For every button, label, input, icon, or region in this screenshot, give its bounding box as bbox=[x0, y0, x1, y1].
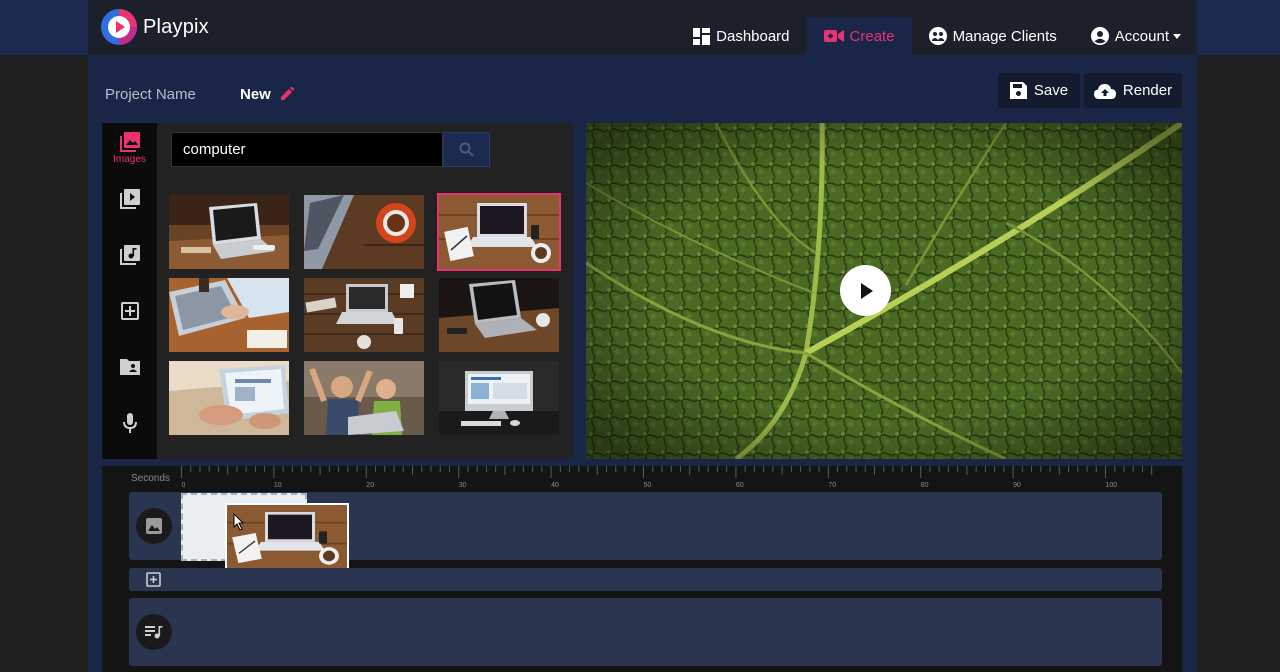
playpix-play-logo-icon bbox=[101, 9, 137, 45]
ruler-tick-label: 30 bbox=[459, 482, 467, 489]
user-circle-icon bbox=[1090, 27, 1109, 45]
music-library-icon bbox=[119, 245, 140, 265]
add-text-icon bbox=[120, 302, 139, 320]
render-button[interactable]: Render bbox=[1084, 73, 1182, 108]
keyboard-coffee-photo bbox=[304, 195, 424, 269]
ruler-tick-label: 80 bbox=[921, 482, 929, 489]
ruler-tick-label: 100 bbox=[1106, 482, 1118, 489]
search-input[interactable] bbox=[171, 132, 443, 167]
hands-typing-photo bbox=[169, 278, 289, 352]
gallery-image-laptop-keyboard-with-coffee-cup[interactable] bbox=[304, 195, 424, 269]
play-icon bbox=[860, 282, 873, 299]
floppy-disk-icon bbox=[1009, 82, 1027, 99]
laptop-wood-photo bbox=[169, 195, 289, 269]
save-label: Save bbox=[1033, 82, 1069, 99]
search-button[interactable] bbox=[443, 132, 490, 167]
project-name-label: Project Name bbox=[105, 86, 196, 103]
gallery-image-desktop-computer-on-dark[interactable] bbox=[439, 361, 559, 435]
main-nav: Dashboard Create Manage Clients Account bbox=[676, 17, 1197, 55]
ruler-tick-label: 0 bbox=[182, 482, 186, 489]
nav-account-label: Account bbox=[1114, 27, 1169, 45]
dragged-clip-thumbnail bbox=[227, 505, 347, 570]
music-track[interactable] bbox=[129, 598, 1162, 666]
nav-create[interactable]: Create bbox=[806, 17, 912, 55]
time-ruler[interactable]: 0 10 20 30 40 50 60 70 80 90 100 bbox=[181, 466, 1181, 490]
save-button[interactable]: Save bbox=[998, 73, 1080, 108]
sidebar-item-videos[interactable] bbox=[102, 189, 157, 209]
gallery-image-hands-on-tablet[interactable] bbox=[169, 361, 289, 435]
video-library-icon bbox=[119, 189, 140, 209]
sidebar-item-voiceover[interactable] bbox=[102, 413, 157, 433]
users-circle-icon bbox=[928, 27, 947, 45]
chevron-down-icon bbox=[1173, 33, 1181, 39]
sidebar-item-music[interactable] bbox=[102, 245, 157, 265]
nav-account[interactable]: Account bbox=[1074, 17, 1197, 55]
ruler-tick-label: 50 bbox=[644, 482, 652, 489]
brand-name: Playpix bbox=[143, 15, 209, 38]
nav-dashboard[interactable]: Dashboard bbox=[676, 17, 806, 55]
text-track-icon bbox=[146, 572, 161, 587]
render-label: Render bbox=[1122, 82, 1173, 99]
kids-laptop-photo bbox=[304, 361, 424, 435]
images-icon bbox=[119, 132, 140, 152]
ruler-tick-label: 70 bbox=[828, 482, 836, 489]
music-track-icon bbox=[136, 614, 172, 650]
app-window: Playpix Dashboard Create Manage Clients … bbox=[88, 0, 1197, 672]
sidebar-item-text[interactable] bbox=[102, 301, 157, 321]
brand[interactable]: Playpix bbox=[100, 8, 209, 46]
ruler-tick-label: 20 bbox=[366, 482, 374, 489]
sidebar-item-images-label: Images bbox=[113, 154, 146, 165]
gallery-image-laptop-with-notebook-and-coffee[interactable] bbox=[437, 193, 561, 271]
ruler-label: Seconds bbox=[131, 473, 170, 484]
nav-dashboard-label: Dashboard bbox=[716, 27, 790, 45]
sidebar-item-images[interactable]: Images bbox=[102, 132, 157, 165]
video-camera-icon bbox=[823, 30, 844, 42]
ruler-tick-label: 60 bbox=[736, 482, 744, 489]
user-folder-icon bbox=[119, 359, 140, 375]
timeline: Seconds 0 10 20 30 40 50 60 70 80 90 100 bbox=[102, 466, 1182, 672]
pencil-icon[interactable] bbox=[280, 87, 294, 101]
gallery-image-excited-kids-with-laptop[interactable] bbox=[304, 361, 424, 435]
gallery-image-laptop-on-wood-desk[interactable] bbox=[169, 195, 289, 269]
play-button[interactable] bbox=[840, 265, 891, 316]
nav-manage-clients[interactable]: Manage Clients bbox=[912, 17, 1074, 55]
text-track[interactable] bbox=[129, 568, 1162, 591]
media-panel: Images bbox=[102, 123, 573, 459]
desktop-photo bbox=[439, 361, 559, 435]
mouse-pointer-icon bbox=[233, 513, 245, 531]
microphone-icon bbox=[122, 413, 137, 433]
sidebar-item-my-uploads[interactable] bbox=[102, 357, 157, 375]
search-icon bbox=[459, 142, 474, 157]
cloud-upload-icon bbox=[1093, 83, 1116, 99]
ruler-tick-label: 10 bbox=[274, 482, 282, 489]
nav-create-label: Create bbox=[849, 27, 895, 45]
gallery-image-laptop-on-dark-desk[interactable] bbox=[439, 278, 559, 352]
ruler-tick-label: 40 bbox=[551, 482, 559, 489]
gallery-image-laptop-with-dream-sign[interactable] bbox=[304, 278, 424, 352]
gallery-image-hands-typing-on-laptop[interactable] bbox=[169, 278, 289, 352]
dream-sign-photo bbox=[304, 278, 424, 352]
tablet-photo bbox=[169, 361, 289, 435]
project-name-value[interactable]: New bbox=[240, 86, 271, 103]
nav-manage-clients-label: Manage Clients bbox=[952, 27, 1057, 45]
navbar: Playpix Dashboard Create Manage Clients … bbox=[88, 0, 1197, 55]
search-bar bbox=[171, 132, 490, 167]
ruler-tick-label: 90 bbox=[1013, 482, 1021, 489]
video-preview[interactable] bbox=[586, 123, 1182, 459]
image-track-icon bbox=[136, 508, 172, 544]
dark-desk-photo bbox=[439, 278, 559, 352]
laptop-notebook-photo bbox=[439, 195, 559, 269]
dashboard-grid-icon bbox=[693, 27, 711, 45]
media-sidebar: Images bbox=[102, 123, 157, 459]
